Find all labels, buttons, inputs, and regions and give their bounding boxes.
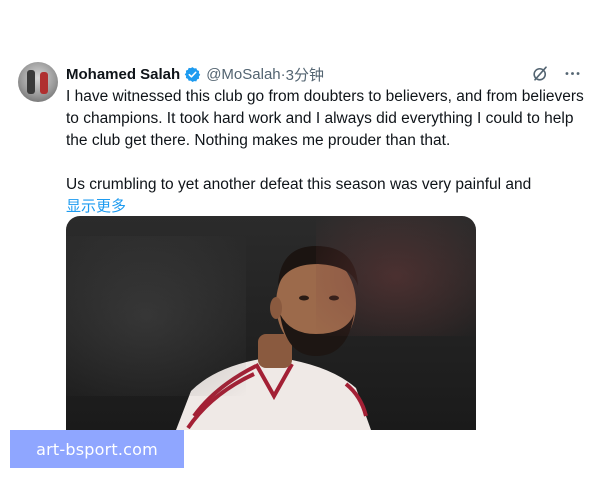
tweet-paragraph-1: I have witnessed this club go from doubt… (66, 88, 584, 149)
more-icon[interactable] (562, 63, 582, 83)
author-name[interactable]: Mohamed Salah (66, 66, 180, 83)
photo-background-shade (66, 236, 246, 396)
author-handle[interactable]: @MoSalah (206, 66, 280, 83)
tweet-photo[interactable] (66, 216, 476, 430)
tweet-card: Mohamed Salah @MoSalah · 3分钟 I have witn… (0, 0, 600, 480)
avatar-figure-dark (27, 70, 35, 94)
photo-background-glow (316, 216, 476, 336)
grok-icon[interactable] (530, 63, 550, 83)
tweet-header: Mohamed Salah @MoSalah · 3分钟 (66, 64, 324, 84)
verified-badge-icon (184, 66, 201, 83)
watermark: art-bsport.com (10, 430, 184, 468)
tweet-actions (530, 63, 582, 83)
watermark-text: art-bsport.com (36, 439, 158, 459)
tweet-text: I have witnessed this club go from doubt… (66, 86, 586, 218)
avatar-figure-red (40, 72, 48, 94)
avatar[interactable] (18, 62, 58, 102)
tweet-paragraph-2: Us crumbling to yet another defeat this … (66, 176, 532, 193)
tweet-timestamp[interactable]: 3分钟 (286, 64, 324, 85)
show-more-link[interactable]: 显示更多 (66, 197, 126, 217)
